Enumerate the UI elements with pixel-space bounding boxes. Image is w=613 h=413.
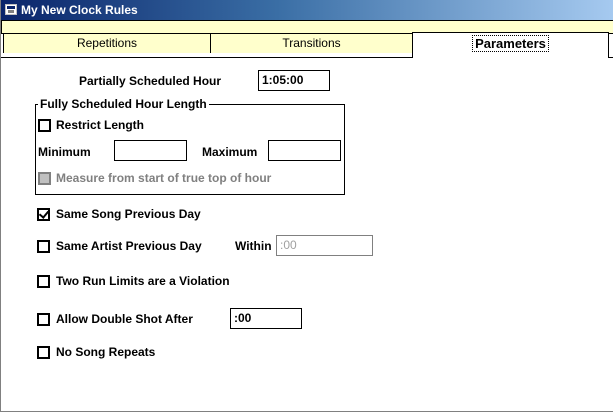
double-shot-field[interactable]: :00 <box>230 308 302 329</box>
tab-repetitions[interactable]: Repetitions <box>3 33 211 53</box>
same-song-checkbox[interactable] <box>37 208 50 221</box>
clock-rules-window: My New Clock Rules Repetitions Transitio… <box>0 0 613 412</box>
tab-repetitions-label: Repetitions <box>76 36 138 50</box>
tab-transitions-label: Transitions <box>282 36 341 50</box>
double-shot-label: Allow Double Shot After <box>56 312 193 326</box>
app-window-icon[interactable] <box>5 4 17 15</box>
minimum-label: Minimum <box>38 145 91 159</box>
title-bar[interactable]: My New Clock Rules <box>1 0 613 20</box>
measure-from-top-checkbox[interactable] <box>38 172 51 185</box>
maximum-field[interactable] <box>268 140 341 161</box>
tab-parameters-label: Parameters <box>472 35 549 52</box>
within-field[interactable]: :00 <box>276 235 373 256</box>
restrict-length-checkbox[interactable] <box>38 119 51 132</box>
restrict-length-label: Restrict Length <box>56 118 145 132</box>
maximum-label: Maximum <box>202 145 258 159</box>
tab-strip: Repetitions Transitions Parameters <box>1 20 613 60</box>
within-label: Within <box>235 239 272 253</box>
double-shot-checkbox[interactable] <box>37 313 50 326</box>
two-run-limits-label: Two Run Limits are a Violation <box>56 274 230 288</box>
full-hour-legend: Fully Scheduled Hour Length <box>38 97 209 111</box>
tab-transitions[interactable]: Transitions <box>210 33 413 53</box>
tab-parameters[interactable]: Parameters <box>412 32 609 58</box>
same-song-label: Same Song Previous Day <box>56 207 201 221</box>
no-song-repeats-label: No Song Repeats <box>56 345 156 359</box>
same-artist-label: Same Artist Previous Day <box>56 239 202 253</box>
measure-from-top-label: Measure from start of true top of hour <box>56 171 272 185</box>
partial-hour-field[interactable]: 1:05:00 <box>258 70 330 91</box>
two-run-limits-checkbox[interactable] <box>37 275 50 288</box>
partial-hour-label: Partially Scheduled Hour <box>79 74 222 88</box>
same-artist-checkbox[interactable] <box>37 240 50 253</box>
minimum-field[interactable] <box>114 140 187 161</box>
window-title: My New Clock Rules <box>21 3 138 17</box>
no-song-repeats-checkbox[interactable] <box>37 346 50 359</box>
